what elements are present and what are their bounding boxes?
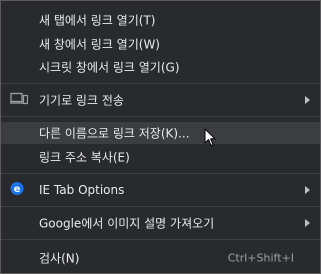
menu-item-save-link-as[interactable]: 다른 이름으로 링크 저장(K)... (1, 122, 320, 144)
menu-separator (1, 83, 320, 84)
ie-tab-icon: e (10, 182, 24, 199)
mouse-cursor-icon (204, 128, 216, 151)
menu-item-open-new-window[interactable]: 새 창에서 링크 열기(W) (1, 33, 320, 55)
menu-item-label: Google에서 이미지 설명 가져오기 (39, 216, 215, 231)
devices-icon (10, 92, 29, 108)
menu-item-label: 새 탭에서 링크 열기(T) (39, 13, 156, 28)
menu-item-copy-link-address[interactable]: 링크 주소 복사(E) (1, 146, 320, 168)
menu-separator (1, 173, 320, 174)
menu-separator (1, 239, 320, 240)
context-menu: 새 탭에서 링크 열기(T) 새 창에서 링크 열기(W) 시크릿 창에서 링크… (0, 0, 321, 274)
menu-item-label: 새 창에서 링크 열기(W) (39, 37, 160, 52)
menu-item-label: 링크 주소 복사(E) (39, 150, 130, 165)
menu-item-ie-tab-options[interactable]: e IE Tab Options (1, 179, 320, 201)
menu-item-label: 검사(N) (39, 251, 80, 266)
menu-item-send-to-device[interactable]: 기기로 링크 전송 (1, 89, 320, 111)
menu-item-label: IE Tab Options (39, 183, 125, 197)
menu-item-google-image-description[interactable]: Google에서 이미지 설명 가져오기 (1, 212, 320, 234)
menu-item-label: 다른 이름으로 링크 저장(K)... (39, 126, 190, 141)
svg-text:e: e (14, 184, 21, 195)
chevron-right-icon (305, 186, 310, 194)
chevron-right-icon (305, 96, 310, 104)
menu-separator (1, 116, 320, 117)
chevron-right-icon (305, 219, 310, 227)
menu-item-inspect[interactable]: 검사(N) Ctrl+Shift+I (1, 247, 320, 269)
menu-separator (1, 206, 320, 207)
shortcut-label: Ctrl+Shift+I (227, 251, 294, 265)
menu-item-label: 시크릿 창에서 링크 열기(G) (39, 60, 180, 75)
menu-item-open-new-tab[interactable]: 새 탭에서 링크 열기(T) (1, 9, 320, 31)
menu-item-open-incognito[interactable]: 시크릿 창에서 링크 열기(G) (1, 56, 320, 78)
menu-item-label: 기기로 링크 전송 (39, 93, 124, 108)
